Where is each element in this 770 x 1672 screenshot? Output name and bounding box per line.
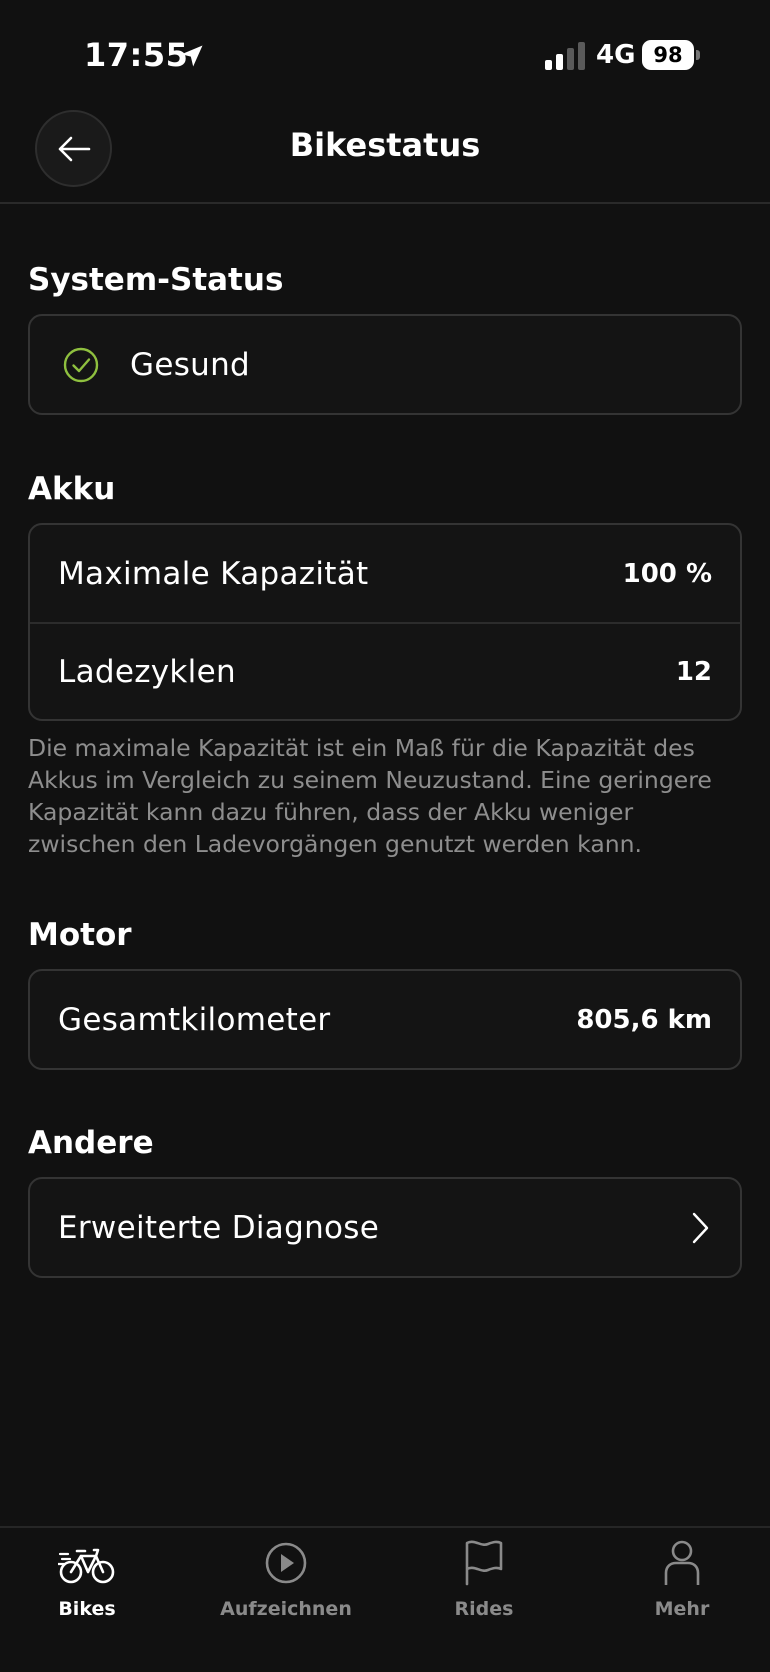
tab-bar: Bikes Aufzeichnen Rides Mehr (0, 1526, 770, 1672)
section-title-system-status: System-Status (28, 262, 284, 298)
advanced-diagnostics-label: Erweiterte Diagnose (58, 1209, 380, 1246)
signal-bars-icon (545, 42, 585, 70)
play-circle-icon (265, 1542, 307, 1584)
person-icon (664, 1540, 700, 1585)
tab-rides[interactable]: Rides (399, 1538, 569, 1638)
total-km-label: Gesamtkilometer (58, 1001, 331, 1038)
system-status-row: Gesund (30, 316, 740, 413)
chevron-right-icon (692, 1212, 709, 1243)
other-card: Erweiterte Diagnose (28, 1177, 742, 1278)
charge-cycles-label: Ladezyklen (58, 653, 236, 690)
total-km-value: 805,6 km (576, 1004, 712, 1035)
tab-more-label: Mehr (654, 1598, 710, 1620)
tab-bikes[interactable]: Bikes (2, 1538, 172, 1638)
bikestatus-screen: 17:55 4G 98 Bikestatus System-Status Ges… (0, 0, 770, 1672)
battery-card: Maximale Kapazität 100 % Ladezyklen 12 (28, 523, 742, 721)
max-capacity-label: Maximale Kapazität (58, 555, 369, 592)
max-capacity-value: 100 % (622, 558, 712, 589)
system-status-label: Gesund (130, 346, 251, 383)
battery-indicator: 98 (642, 40, 700, 70)
motor-card: Gesamtkilometer 805,6 km (28, 969, 742, 1070)
tab-bikes-label: Bikes (58, 1598, 116, 1620)
battery-level: 98 (642, 40, 694, 70)
status-bar: 17:55 4G 98 (0, 0, 770, 110)
battery-row-charge-cycles: Ladezyklen 12 (30, 622, 740, 719)
tab-record-label: Aufzeichnen (220, 1598, 352, 1620)
tab-rides-label: Rides (454, 1598, 514, 1620)
status-time: 17:55 (84, 36, 189, 74)
bike-icon (58, 1548, 115, 1584)
network-type: 4G (596, 40, 636, 70)
battery-row-max-capacity: Maximale Kapazität 100 % (30, 525, 740, 622)
section-title-other: Andere (28, 1125, 154, 1161)
tab-record[interactable]: Aufzeichnen (201, 1538, 371, 1638)
charge-cycles-value: 12 (675, 656, 712, 687)
battery-capacity-note: Die maximale Kapazität ist ein Maß für d… (28, 734, 712, 858)
check-circle-icon (63, 347, 99, 382)
section-title-motor: Motor (28, 917, 132, 953)
section-title-battery: Akku (28, 471, 116, 507)
advanced-diagnostics-row[interactable]: Erweiterte Diagnose (30, 1179, 740, 1276)
nav-bar: Bikestatus (0, 100, 770, 204)
battery-tip (696, 50, 700, 60)
page-title: Bikestatus (289, 126, 481, 164)
flag-icon (465, 1540, 503, 1586)
location-arrow-icon (181, 45, 203, 67)
motor-row-total-km: Gesamtkilometer 805,6 km (30, 971, 740, 1068)
system-status-card: Gesund (28, 314, 742, 415)
tab-more[interactable]: Mehr (597, 1538, 767, 1638)
